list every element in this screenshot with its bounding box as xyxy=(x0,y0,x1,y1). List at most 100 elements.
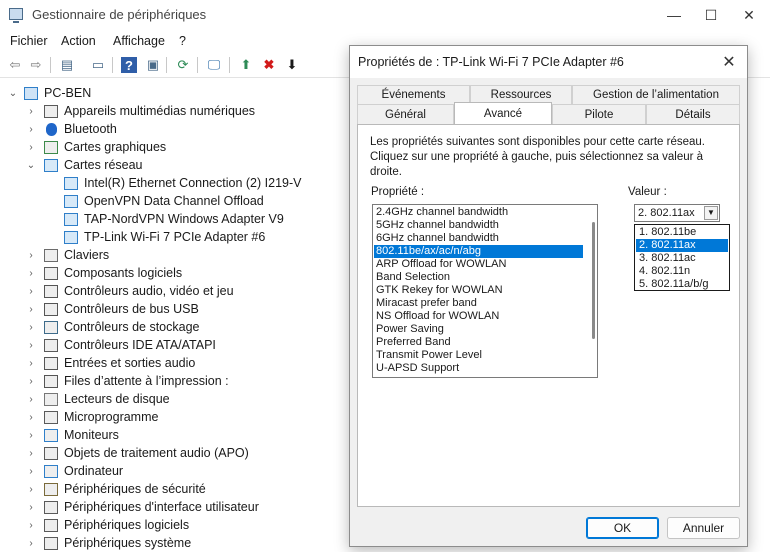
property-list-item[interactable]: GTK Rekey for WOWLAN xyxy=(374,284,583,297)
chevron-down-icon[interactable]: ▼ xyxy=(704,206,718,220)
tree-category-item[interactable]: › Contrôleurs de stockage xyxy=(29,318,199,336)
tree-category-item[interactable]: › Microprogramme xyxy=(29,408,158,426)
expand-icon[interactable]: › xyxy=(26,462,36,480)
download-icon[interactable]: ⬇ xyxy=(283,56,301,74)
value-option[interactable]: 1. 802.11be xyxy=(636,226,728,239)
value-option[interactable]: 4. 802.11n xyxy=(636,265,728,278)
property-list-item[interactable]: Preferred Band xyxy=(374,336,583,349)
property-list-item[interactable]: 2.4GHz channel bandwidth xyxy=(374,206,583,219)
tree-item-label: Claviers xyxy=(64,248,110,262)
tree-category-item[interactable]: ⌄ Cartes réseau xyxy=(27,156,143,174)
expand-icon[interactable]: › xyxy=(26,444,36,462)
tree-category-item[interactable]: › Entrées et sorties audio xyxy=(29,354,195,372)
expand-icon[interactable]: › xyxy=(26,264,36,282)
property-list-item[interactable]: ARP Offload for WOWLAN xyxy=(374,258,583,271)
back-icon[interactable]: ⇦ xyxy=(6,56,24,74)
tree-category-item[interactable]: › Cartes graphiques xyxy=(29,138,166,156)
property-scrollbar[interactable] xyxy=(592,222,595,339)
property-list-item[interactable]: U-APSD Support xyxy=(374,362,583,375)
expand-icon[interactable]: › xyxy=(26,498,36,516)
expand-icon[interactable]: › xyxy=(26,138,36,156)
property-list-item[interactable]: Transmit Power Level xyxy=(374,349,583,362)
expand-icon[interactable]: › xyxy=(26,282,36,300)
value-option[interactable]: 3. 802.11ac xyxy=(636,252,728,265)
ok-button[interactable]: OK xyxy=(586,517,659,539)
expand-icon[interactable]: › xyxy=(26,300,36,318)
tab-gestion-alimentation[interactable]: Gestion de l’alimentation xyxy=(572,85,740,104)
property-list-item[interactable]: NS Offload for WOWLAN xyxy=(374,310,583,323)
menu-action[interactable]: Action xyxy=(61,34,96,48)
property-listbox[interactable]: 2.4GHz channel bandwidth 5GHz channel ban… xyxy=(372,204,598,378)
help-icon[interactable]: ? xyxy=(121,57,137,73)
tree-item-label: Files d’attente à l’impression : xyxy=(64,374,229,388)
value-option[interactable]: 2. 802.11ax xyxy=(636,239,728,252)
close-window-button[interactable]: ✕ xyxy=(726,0,770,30)
tree-category-item[interactable]: › Périphériques système xyxy=(29,534,191,552)
tree-category-item[interactable]: › Périphériques d'interface utilisateur xyxy=(29,498,259,516)
tree-category-item[interactable]: › Appareils multimédias numériques xyxy=(29,102,255,120)
tab-general[interactable]: Général xyxy=(357,104,454,124)
dialog-close-icon[interactable]: ✕ xyxy=(719,52,739,72)
tab-avance[interactable]: Avancé xyxy=(454,102,552,124)
expand-icon[interactable]: › xyxy=(26,120,36,138)
tab-details[interactable]: Détails xyxy=(646,104,740,124)
collapse-icon[interactable]: ⌄ xyxy=(26,156,36,174)
tree-category-item[interactable]: › Périphériques logiciels xyxy=(29,516,189,534)
expand-icon[interactable]: › xyxy=(26,246,36,264)
expand-icon[interactable]: › xyxy=(26,534,36,552)
tree-device-item[interactable]: OpenVPN Data Channel Offload xyxy=(64,192,264,210)
forward-icon[interactable]: ⇨ xyxy=(27,56,45,74)
expand-icon[interactable]: › xyxy=(26,102,36,120)
tree-category-item[interactable]: › Périphériques de sécurité xyxy=(29,480,206,498)
property-list-item[interactable]: Band Selection xyxy=(374,271,583,284)
expand-icon[interactable]: › xyxy=(26,318,36,336)
tree-item-label: Périphériques de sécurité xyxy=(64,482,206,496)
tree-category-item[interactable]: › Contrôleurs de bus USB xyxy=(29,300,198,318)
value-select[interactable]: 2. 802.11ax ▼ xyxy=(634,204,720,222)
tree-device-item[interactable]: Intel(R) Ethernet Connection (2) I219-V xyxy=(64,174,301,192)
expand-icon[interactable]: › xyxy=(26,516,36,534)
expand-icon[interactable]: › xyxy=(26,336,36,354)
update-driver-icon[interactable]: ⬆ xyxy=(237,56,255,74)
scan-icon[interactable]: ⟳ xyxy=(174,56,192,74)
menu-fichier[interactable]: Fichier xyxy=(10,34,48,48)
expand-icon[interactable]: › xyxy=(26,390,36,408)
tree-category-item[interactable]: › Claviers xyxy=(29,246,110,264)
tree-category-item[interactable]: › Moniteurs xyxy=(29,426,119,444)
tree-root[interactable]: ⌄ PC-BEN xyxy=(8,84,91,102)
value-option[interactable]: 5. 802.11a/b/g xyxy=(636,278,728,291)
expand-icon[interactable]: › xyxy=(26,354,36,372)
view2-icon[interactable]: ▣ xyxy=(144,56,162,74)
property-list-item[interactable]: 6GHz channel bandwidth xyxy=(374,232,583,245)
tree-category-item[interactable]: › Files d’attente à l’impression : xyxy=(29,372,229,390)
cancel-button[interactable]: Annuler xyxy=(667,517,740,539)
expand-icon[interactable]: › xyxy=(26,426,36,444)
view-icon[interactable]: ▤ xyxy=(58,56,76,74)
expand-icon[interactable]: › xyxy=(26,372,36,390)
uninstall-icon[interactable]: ✖ xyxy=(260,56,278,74)
tree-category-item[interactable]: › Contrôleurs IDE ATA/ATAPI xyxy=(29,336,216,354)
storage-icon xyxy=(44,320,58,334)
tree-category-item[interactable]: › Contrôleurs audio, vidéo et jeu xyxy=(29,282,233,300)
menu-help[interactable]: ? xyxy=(179,34,186,48)
tab-pilote[interactable]: Pilote xyxy=(552,104,646,124)
tree-device-item[interactable]: TAP-NordVPN Windows Adapter V9 xyxy=(64,210,284,228)
property-list-item[interactable]: 5GHz channel bandwidth xyxy=(374,219,583,232)
property-list-item[interactable]: Power Saving xyxy=(374,323,583,336)
collapse-icon[interactable]: ⌄ xyxy=(8,84,18,102)
tree-category-item[interactable]: › Bluetooth xyxy=(29,120,117,138)
tree-category-item[interactable]: › Lecteurs de disque xyxy=(29,390,169,408)
property-list-item[interactable]: 802.11be/ax/ac/n/abg xyxy=(374,245,583,258)
monitor-icon[interactable]: 🖵 xyxy=(205,56,223,74)
property-list-item[interactable]: Miracast prefer band xyxy=(374,297,583,310)
tree-category-item[interactable]: › Composants logiciels xyxy=(29,264,182,282)
tree-category-item[interactable]: › Ordinateur xyxy=(29,462,123,480)
expand-icon[interactable]: › xyxy=(26,408,36,426)
expand-icon[interactable]: › xyxy=(26,480,36,498)
tree-category-item[interactable]: › Objets de traitement audio (APO) xyxy=(29,444,248,462)
hid-icon xyxy=(44,500,58,514)
properties-icon[interactable]: ▭ xyxy=(89,56,107,74)
menu-affichage[interactable]: Affichage xyxy=(113,34,165,48)
tree-device-item[interactable]: TP-Link Wi-Fi 7 PCIe Adapter #6 xyxy=(64,228,265,246)
value-dropdown-list: 1. 802.11be 2. 802.11ax 3. 802.11ac 4. 802.… xyxy=(634,224,730,291)
